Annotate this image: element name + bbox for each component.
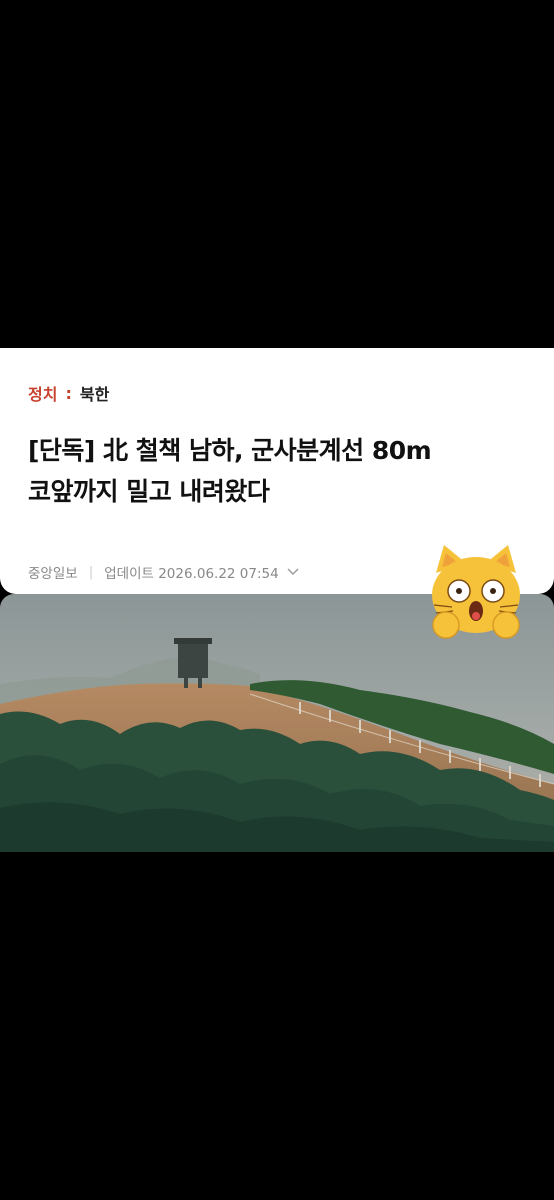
shocked-cat-emoji <box>426 543 526 643</box>
publisher-name: 중앙일보 <box>28 566 78 582</box>
update-timestamp: 업데이트 2026.06.22 07:54 <box>104 566 279 582</box>
chevron-down-icon[interactable] <box>287 564 299 580</box>
meta-divider: | <box>88 564 94 580</box>
article-headline[interactable]: [단독] 北 철책 남하, 군사분계선 80m 코앞까지 밀고 내려왔다 <box>28 430 528 512</box>
breadcrumb: 정치 : 북한 <box>28 381 109 405</box>
category-label[interactable]: 정치 <box>28 381 57 405</box>
breadcrumb-separator: : <box>65 383 72 403</box>
article-meta: 중앙일보 | 업데이트 2026.06.22 07:54 <box>28 562 299 582</box>
subcategory-label[interactable]: 북한 <box>80 381 109 405</box>
